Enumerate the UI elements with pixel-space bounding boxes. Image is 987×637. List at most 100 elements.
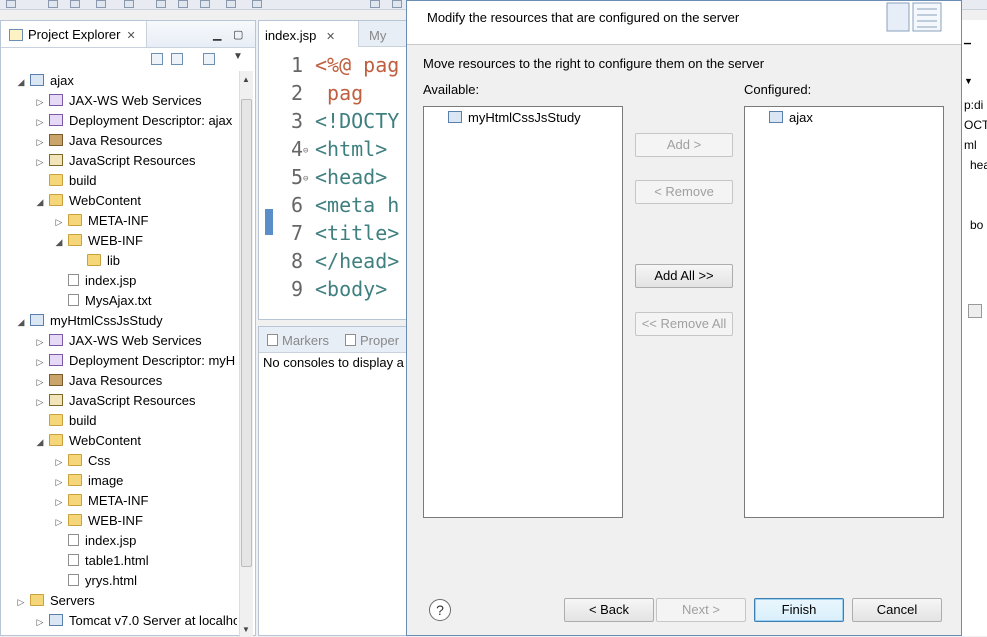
available-list[interactable]: myHtmlCssJsStudy [423, 106, 623, 518]
print-icon[interactable] [96, 0, 106, 8]
tab-properties[interactable]: Proper [345, 333, 399, 348]
help-icon[interactable]: ? [429, 599, 451, 621]
finish-button[interactable]: Finish [754, 598, 844, 622]
tree-item[interactable]: ▷ META-INF [53, 211, 149, 232]
save-all-icon[interactable] [70, 0, 80, 8]
code-line[interactable]: 1 <%@ pag [259, 51, 409, 79]
tree-item[interactable]: ▷ JAX-WS Web Services [34, 91, 202, 111]
close-icon[interactable]: ✕ [326, 31, 335, 43]
collapsed-arrow-icon[interactable]: ▷ [34, 372, 46, 392]
tree-item[interactable]: table1.html [53, 551, 149, 571]
tree-item[interactable]: ▷ Deployment Descriptor: ajax [34, 111, 233, 132]
tree-item[interactable]: index.jsp [53, 531, 136, 551]
tree-item[interactable]: build [34, 171, 96, 191]
new-icon[interactable] [6, 0, 16, 8]
collapsed-arrow-icon[interactable]: ▷ [53, 452, 65, 472]
collapsed-arrow-icon[interactable]: ▷ [53, 212, 65, 232]
tree-item[interactable]: ◢ ajax [15, 71, 74, 91]
code-line[interactable]: 9 <body> [259, 275, 409, 303]
tree-item[interactable]: ▷ JAX-WS Web Services [34, 331, 202, 351]
tree-item[interactable]: yrys.html [53, 571, 137, 591]
code-line[interactable]: 8 </head> [259, 247, 409, 275]
view-menu-icon[interactable]: ▼ [964, 76, 973, 86]
add-button[interactable]: Add > [635, 133, 733, 157]
run-icon[interactable] [178, 0, 188, 8]
maximize-icon[interactable]: ▢ [233, 28, 243, 41]
expanded-arrow-icon[interactable]: ◢ [15, 72, 27, 92]
code-line[interactable]: 7 <title> [259, 219, 409, 247]
code-line[interactable]: 5⊖ <head> [259, 163, 409, 191]
tree-item[interactable]: ▷ Css [53, 451, 111, 472]
list-item-ajax[interactable]: ajax [769, 110, 813, 125]
fold-icon[interactable]: ⊖ [303, 165, 315, 193]
collapsed-arrow-icon[interactable]: ▷ [34, 612, 46, 632]
collapsed-arrow-icon[interactable]: ▷ [34, 152, 46, 172]
code-line[interactable]: 3 <!DOCTY [259, 107, 409, 135]
open-type-icon[interactable] [252, 0, 262, 8]
close-icon[interactable]: ✕ [126, 30, 135, 42]
list-item-myhtmlcssjsstudy[interactable]: myHtmlCssJsStudy [448, 110, 581, 125]
restore-icon[interactable] [968, 304, 982, 318]
collapsed-arrow-icon[interactable]: ▷ [15, 592, 27, 612]
collapsed-arrow-icon[interactable]: ▷ [53, 492, 65, 512]
tree-item[interactable]: ◢ myHtmlCssJsStudy [15, 311, 163, 331]
remove-all-button[interactable]: << Remove All [635, 312, 733, 336]
debug-icon[interactable] [156, 0, 166, 8]
tree-item[interactable]: MysAjax.txt [53, 291, 151, 311]
next-button[interactable]: Next > [656, 598, 746, 622]
tree-item[interactable]: ▷ WEB-INF [53, 511, 143, 531]
ant-icon[interactable] [370, 0, 380, 8]
tab-markers[interactable]: Markers [267, 333, 329, 348]
tab-my[interactable]: My [363, 21, 407, 47]
collapsed-arrow-icon[interactable]: ▷ [53, 512, 65, 532]
view-menu-icon[interactable]: ▼ [233, 51, 243, 62]
search-icon[interactable] [124, 0, 134, 8]
ant-run-icon[interactable] [392, 0, 402, 8]
add-all-button[interactable]: Add All >> [635, 264, 733, 288]
project-tree-scrollbar[interactable]: ▲ ▼ [239, 71, 253, 637]
tree-item[interactable]: ▷ Java Resources [34, 371, 163, 392]
tree-item[interactable]: build [34, 411, 96, 431]
cancel-button[interactable]: Cancel [852, 598, 942, 622]
tree-item[interactable]: index.jsp [53, 271, 136, 291]
expanded-arrow-icon[interactable]: ◢ [34, 192, 46, 212]
expanded-arrow-icon[interactable]: ◢ [34, 432, 46, 452]
minimize-icon[interactable]: ▁ [213, 28, 221, 41]
code-line[interactable]: 2 pag [259, 79, 409, 107]
collapsed-arrow-icon[interactable]: ▷ [34, 92, 46, 112]
collapsed-arrow-icon[interactable]: ▷ [34, 332, 46, 352]
filter-icon[interactable] [203, 53, 215, 65]
collapsed-arrow-icon[interactable]: ▷ [34, 352, 46, 372]
code-line[interactable]: 6 <meta h [259, 191, 409, 219]
collapsed-arrow-icon[interactable]: ▷ [34, 392, 46, 412]
tab-project-explorer[interactable]: Project Explorer ✕ [1, 21, 147, 47]
tree-item[interactable]: ▷ JavaScript Resources [34, 151, 196, 172]
tree-item[interactable]: ▷ image [53, 471, 124, 491]
tree-item[interactable]: ▷ META-INF [53, 491, 149, 512]
scrollbar-thumb[interactable] [241, 99, 252, 567]
tree-item[interactable]: ▷ Deployment Descriptor: myH [34, 351, 236, 372]
tree-item[interactable]: lib [72, 251, 120, 271]
code-line[interactable]: 4⊖ <html> [259, 135, 409, 163]
tab-index-jsp[interactable]: index.jsp ✕ [259, 21, 359, 47]
back-button[interactable]: < Back [564, 598, 654, 622]
external-tools-icon[interactable] [200, 0, 210, 8]
tree-item[interactable]: ◢ WebContent [34, 431, 142, 452]
tree-item[interactable]: ▷ Servers [15, 591, 95, 611]
tree-item[interactable]: ▷ Java Resources [34, 131, 163, 152]
collapse-all-icon[interactable] [151, 53, 163, 65]
tree-item[interactable]: ▷ Tomcat v7.0 Server at localho [34, 611, 237, 631]
link-with-editor-icon[interactable] [171, 53, 183, 65]
collapsed-arrow-icon[interactable]: ▷ [34, 132, 46, 152]
scroll-up-icon[interactable]: ▲ [242, 75, 250, 84]
fold-icon[interactable]: ⊖ [303, 137, 315, 165]
remove-button[interactable]: < Remove [635, 180, 733, 204]
tree-item[interactable]: ◢ WebContent [34, 191, 142, 212]
scroll-down-icon[interactable]: ▼ [242, 625, 250, 634]
new-server-icon[interactable] [226, 0, 236, 8]
configured-list[interactable]: ajax [744, 106, 944, 518]
tree-item[interactable]: ◢ WEB-INF [53, 231, 143, 251]
collapsed-arrow-icon[interactable]: ▷ [34, 112, 46, 132]
expanded-arrow-icon[interactable]: ◢ [15, 312, 27, 332]
tree-item[interactable]: ▷ JavaScript Resources [34, 391, 196, 412]
